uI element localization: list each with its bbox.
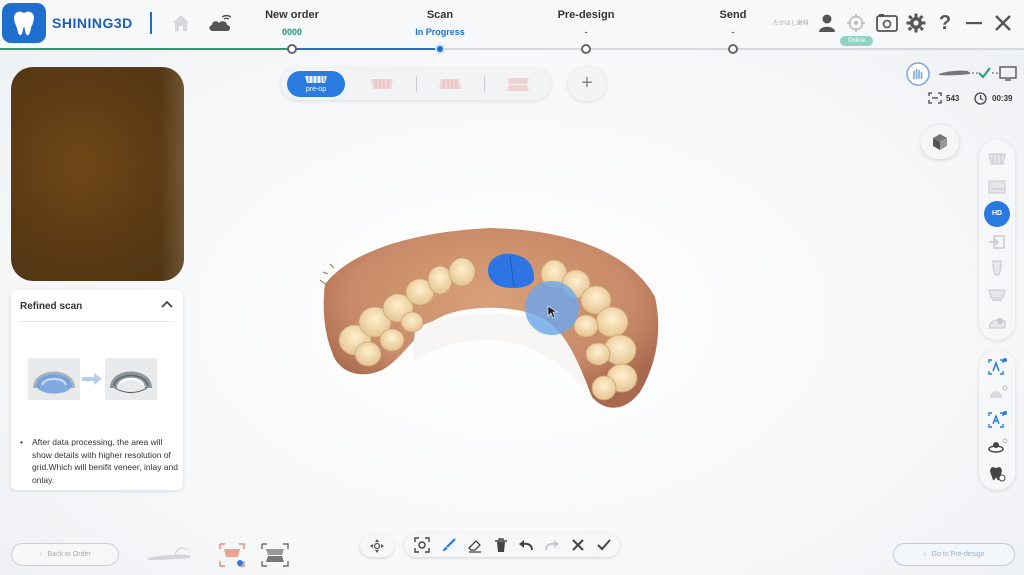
card-title: Refined scan bbox=[20, 301, 83, 312]
cancel-icon[interactable] bbox=[570, 537, 586, 553]
go-to-pre-design-button[interactable]: › Go to Pre-design bbox=[893, 543, 1015, 566]
step-scan[interactable]: Scan In Progress bbox=[380, 9, 500, 37]
step-status: 0000 bbox=[281, 27, 303, 37]
minimize-icon[interactable] bbox=[964, 13, 984, 33]
progress-node-send[interactable] bbox=[728, 44, 738, 54]
chevron-right-icon: › bbox=[923, 551, 930, 558]
chevron-up-icon[interactable] bbox=[161, 300, 173, 310]
brand-divider bbox=[150, 12, 152, 34]
analysis-icon[interactable] bbox=[986, 410, 1008, 430]
scanner-icon bbox=[147, 544, 197, 564]
hand-icon[interactable] bbox=[905, 62, 931, 86]
tooth-settings-icon[interactable] bbox=[986, 464, 1008, 484]
clock-icon bbox=[974, 92, 987, 105]
lower-jaw-scan-icon[interactable] bbox=[261, 543, 289, 567]
trash-icon[interactable] bbox=[493, 537, 509, 553]
mode-upper-jaw[interactable] bbox=[369, 76, 395, 92]
user-name: たかはし歯科 bbox=[773, 21, 809, 27]
texture-view-icon[interactable] bbox=[986, 177, 1008, 197]
edit-toolbar bbox=[404, 533, 620, 557]
lasso-select-icon[interactable] bbox=[414, 537, 430, 553]
scan-mode-selector: pre-op bbox=[281, 68, 551, 100]
progress-fill-current bbox=[292, 48, 440, 50]
confirm-icon[interactable] bbox=[596, 537, 612, 553]
implant-icon[interactable] bbox=[986, 312, 1008, 332]
cube-view-icon[interactable] bbox=[921, 125, 959, 159]
step-status: - bbox=[584, 27, 588, 37]
upper-jaw-scan-icon[interactable] bbox=[219, 543, 245, 567]
step-title: New order bbox=[265, 9, 319, 21]
crosshair-icon[interactable] bbox=[846, 13, 866, 33]
step-status: - bbox=[731, 27, 735, 37]
progress-node-pre-design[interactable] bbox=[581, 44, 591, 54]
info-card: Refined scan • After data processing, th… bbox=[11, 290, 183, 490]
move-icon[interactable] bbox=[360, 535, 394, 557]
hd-mode-button[interactable]: HD bbox=[984, 201, 1010, 227]
scan-tools-toolbar: HD bbox=[979, 140, 1015, 340]
progress-node-new-order[interactable] bbox=[287, 44, 297, 54]
mode-bite[interactable] bbox=[505, 76, 531, 92]
help-icon[interactable]: ? bbox=[935, 13, 955, 33]
camera-settings-icon[interactable] bbox=[876, 13, 898, 33]
undo-icon[interactable] bbox=[518, 537, 534, 553]
redo-icon[interactable] bbox=[544, 537, 560, 553]
texture-toggle-icon[interactable] bbox=[986, 384, 1008, 404]
scan-before-image bbox=[28, 358, 80, 400]
step-title: Scan bbox=[426, 9, 454, 21]
eraser-icon[interactable] bbox=[467, 537, 483, 553]
logo-icon bbox=[2, 3, 46, 43]
camera-preview bbox=[11, 67, 184, 281]
user-icon[interactable] bbox=[817, 13, 837, 33]
step-new-order[interactable]: New order 0000 bbox=[232, 9, 352, 37]
top-bar: SHINING3D New order 0000 Scan In Progres… bbox=[0, 0, 1024, 50]
mode-lower-jaw[interactable] bbox=[437, 76, 463, 92]
step-pre-design[interactable]: Pre-design - bbox=[526, 9, 646, 37]
step-title: Pre-design bbox=[557, 9, 615, 21]
mode-label: pre-op bbox=[305, 86, 327, 93]
single-tooth-icon[interactable] bbox=[986, 258, 1008, 278]
back-to-order-button[interactable]: ‹ Back to Order bbox=[11, 543, 119, 566]
mode-divider bbox=[416, 76, 417, 92]
frame-count: 543 bbox=[946, 94, 960, 103]
bridge-icon[interactable] bbox=[986, 285, 1008, 305]
card-description-text: After data processing, the area will sho… bbox=[32, 437, 178, 485]
chevron-left-icon: ‹ bbox=[39, 551, 46, 558]
mode-pre-op[interactable]: pre-op bbox=[287, 71, 345, 97]
back-label: Back to Order bbox=[47, 551, 91, 558]
gear-icon[interactable] bbox=[906, 13, 926, 33]
scan-after-image bbox=[105, 358, 157, 400]
brush-icon[interactable] bbox=[441, 537, 457, 553]
brand-name: SHINING3D bbox=[52, 15, 133, 31]
mode-divider bbox=[484, 76, 485, 92]
home-icon[interactable] bbox=[170, 12, 192, 34]
auto-align-icon[interactable] bbox=[986, 357, 1008, 377]
elapsed-time: 00:39 bbox=[992, 94, 1013, 103]
progress-node-scan[interactable] bbox=[435, 44, 445, 54]
step-status: In Progress bbox=[415, 27, 465, 37]
frame-count-icon bbox=[928, 92, 942, 104]
orbit-view-icon[interactable] bbox=[986, 437, 1008, 457]
cloud-wifi-icon[interactable] bbox=[207, 12, 233, 34]
view-tools-toolbar bbox=[979, 350, 1015, 490]
bullet-mark: • bbox=[20, 437, 23, 447]
next-label: Go to Pre-design bbox=[931, 551, 985, 558]
add-mode-button[interactable]: + bbox=[568, 67, 606, 101]
card-divider bbox=[20, 321, 174, 322]
scanner-connection-icon bbox=[938, 65, 1020, 81]
status-badge: Online bbox=[840, 36, 873, 46]
import-icon[interactable] bbox=[986, 232, 1008, 252]
arrow-right-icon bbox=[81, 373, 103, 385]
close-icon[interactable] bbox=[993, 13, 1013, 33]
card-description: • After data processing, the area will s… bbox=[20, 436, 178, 486]
dental-scan-model[interactable] bbox=[320, 222, 665, 417]
mesh-view-icon[interactable] bbox=[986, 150, 1008, 170]
